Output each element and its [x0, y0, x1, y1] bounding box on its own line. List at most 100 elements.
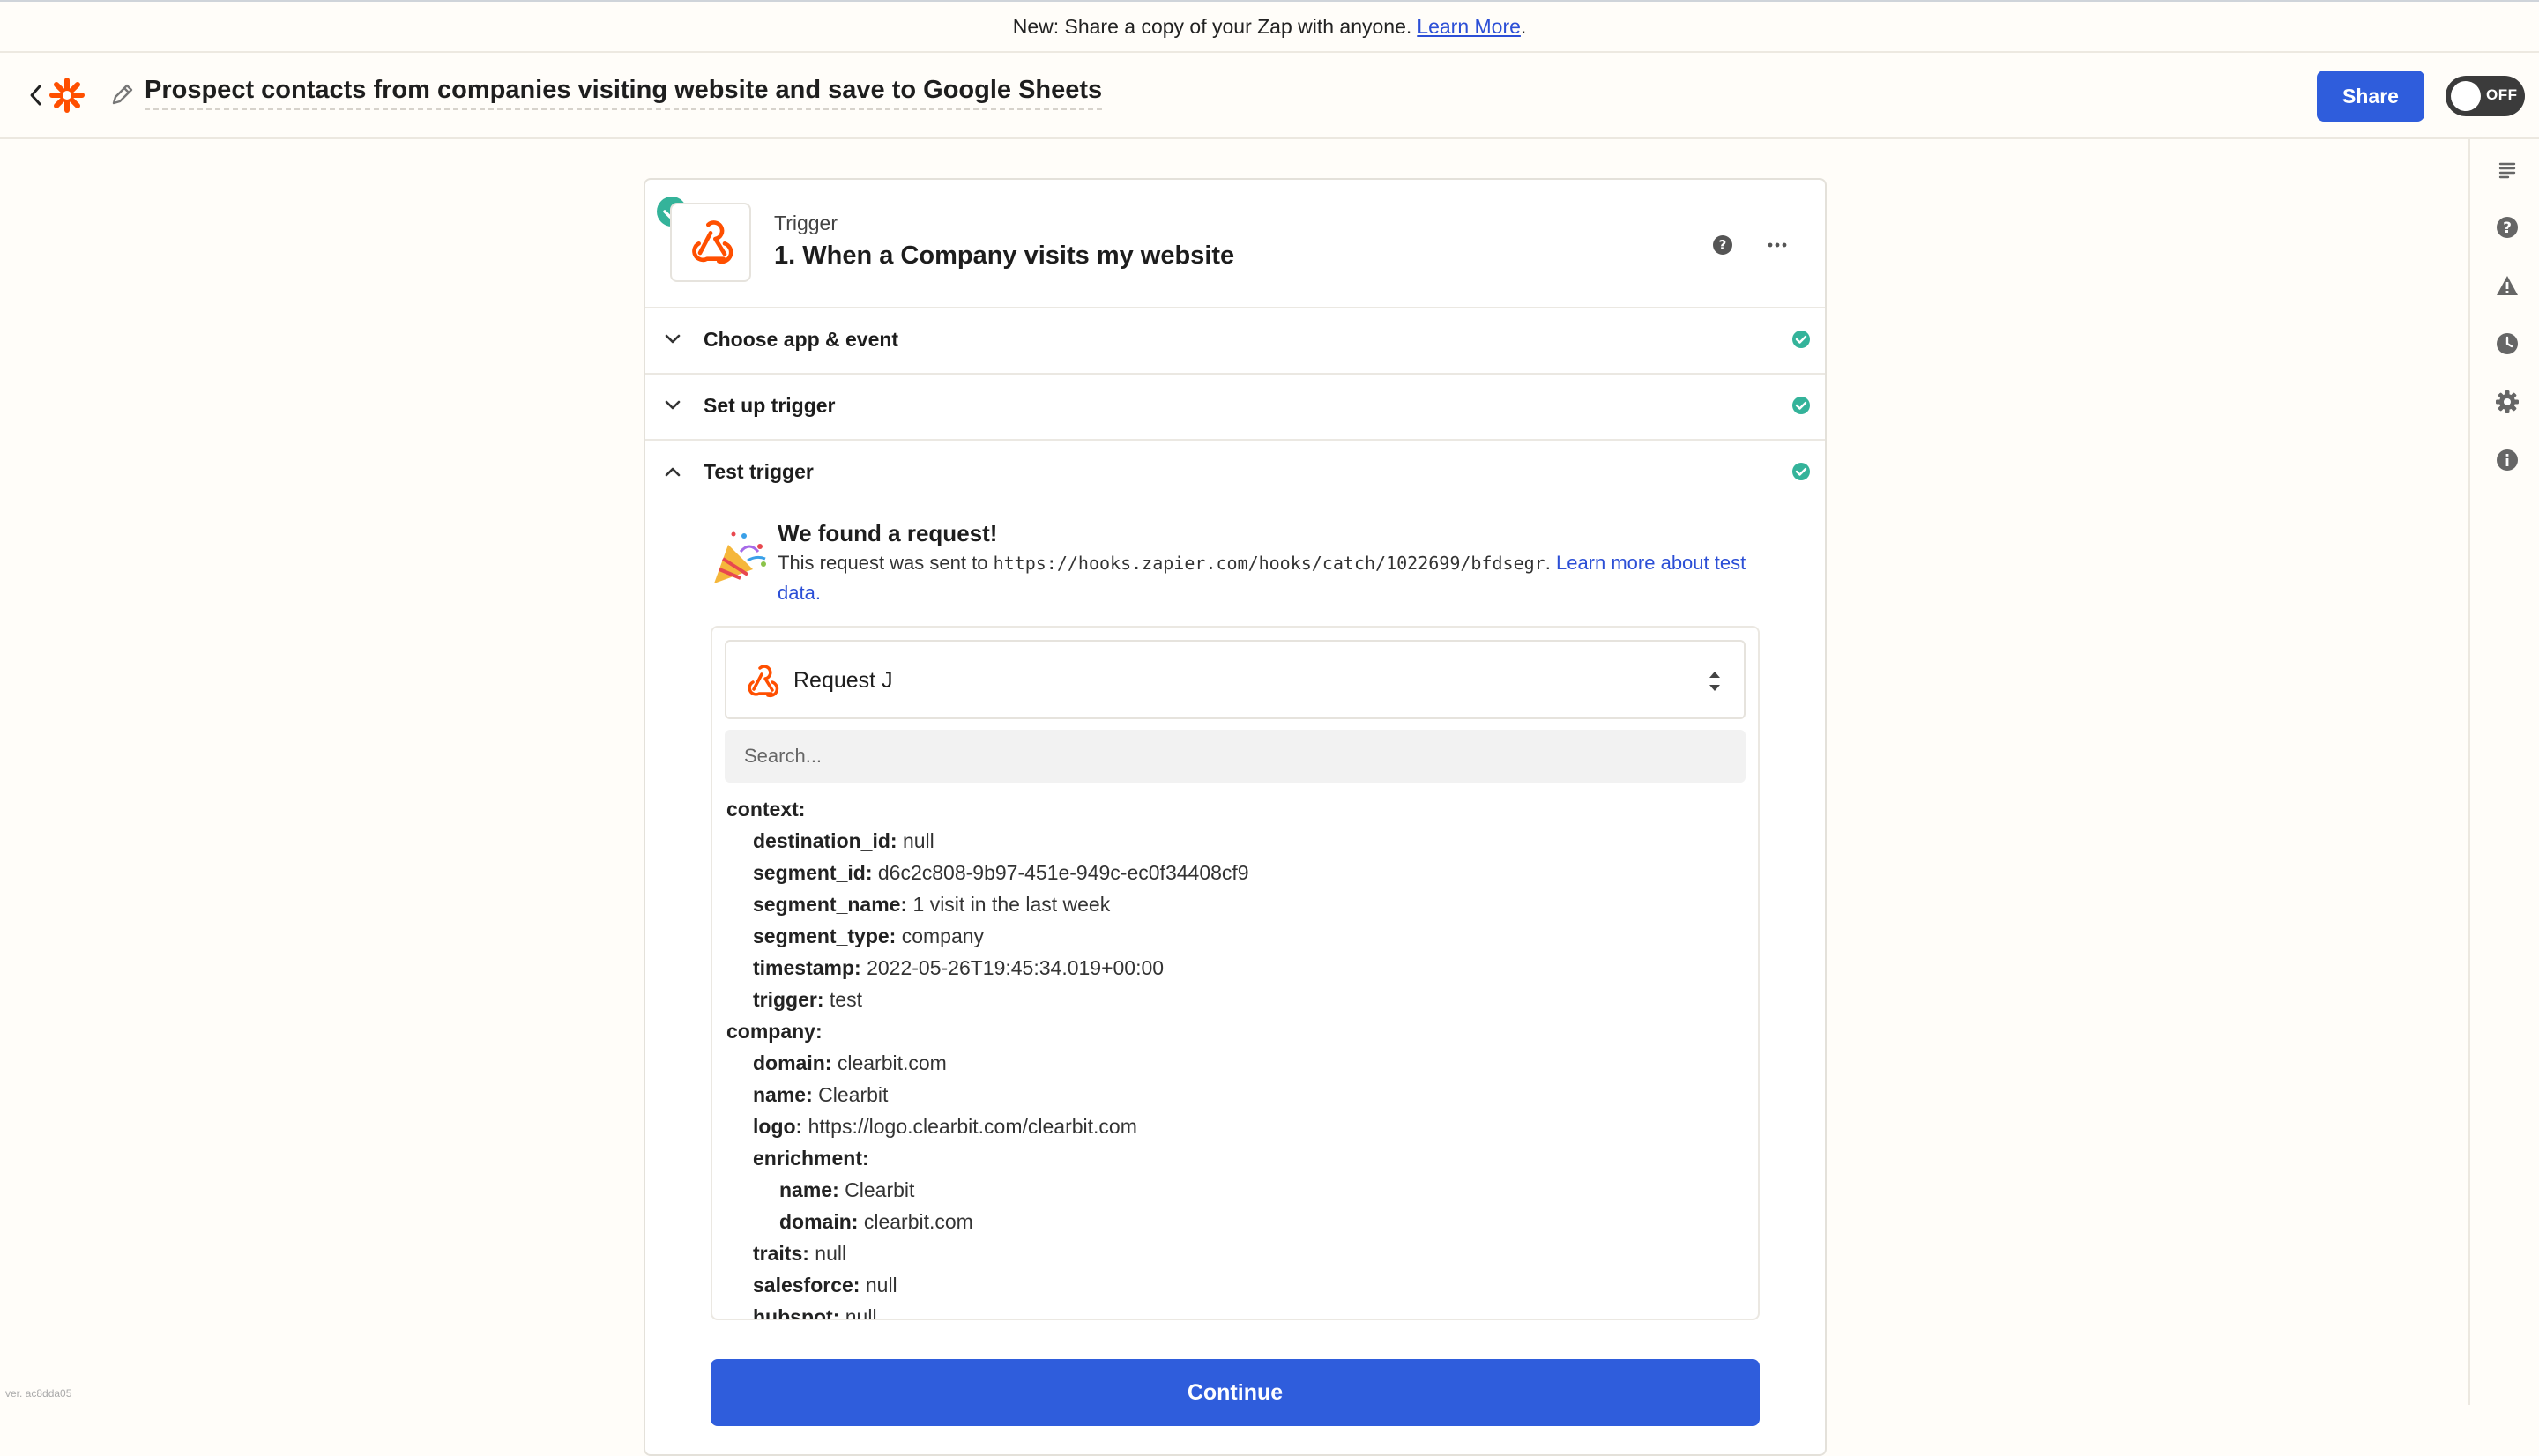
- field-key: logo:: [753, 1115, 803, 1138]
- field-value: test: [829, 988, 862, 1011]
- banner-learn-more-link[interactable]: Learn More: [1417, 15, 1521, 39]
- test-data-tree: context: destination_id: null segment_id: …: [726, 793, 1740, 1320]
- section-test-trigger[interactable]: Test trigger: [645, 439, 1825, 505]
- webhook-url: https://hooks.zapier.com/hooks/catch/102…: [993, 553, 1545, 574]
- zap-on-off-toggle[interactable]: OFF: [2446, 76, 2525, 116]
- field-key: domain:: [753, 1051, 832, 1074]
- test-data-row: hubspot: null: [726, 1301, 1740, 1320]
- trigger-step-card: Trigger 1. When a Company visits my webs…: [644, 178, 1827, 1456]
- version-label: ver. ac8dda05: [5, 1387, 72, 1400]
- pencil-icon[interactable]: [109, 81, 136, 108]
- test-data-row: segment_id: d6c2c808-9b97-451e-949c-ec0f…: [726, 857, 1740, 888]
- step-name[interactable]: 1. When a Company visits my website: [774, 241, 1234, 271]
- field-key: enrichment:: [753, 1147, 869, 1170]
- test-data-row: domain: clearbit.com: [726, 1206, 1740, 1237]
- step-header[interactable]: Trigger 1. When a Company visits my webs…: [645, 180, 1825, 308]
- warning-icon[interactable]: [2490, 268, 2525, 303]
- test-data-panel: Request J context:destination_id: nullse…: [711, 626, 1760, 1320]
- test-data-row: logo: https://logo.clearbit.com/clearbit…: [726, 1111, 1740, 1142]
- help-icon[interactable]: ?: [2490, 210, 2525, 245]
- field-key: domain:: [779, 1210, 859, 1233]
- field-value: https://logo.clearbit.com/clearbit.com: [808, 1115, 1137, 1138]
- share-button[interactable]: Share: [2317, 71, 2424, 122]
- webhook-app-icon: [670, 203, 751, 282]
- info-icon[interactable]: [2490, 442, 2525, 478]
- test-data-search-input[interactable]: [725, 730, 1746, 783]
- svg-text:?: ?: [2503, 219, 2512, 237]
- field-key: segment_type:: [753, 925, 897, 947]
- test-data-row: name: Clearbit: [726, 1079, 1740, 1111]
- chevron-down-icon: [665, 400, 681, 410]
- section-title: Test trigger: [704, 460, 814, 483]
- step-help-icon[interactable]: ?: [1710, 233, 1735, 257]
- continue-button[interactable]: Continue: [711, 1359, 1760, 1426]
- section-complete-check-icon: [1792, 331, 1810, 348]
- history-icon[interactable]: [2490, 326, 2525, 361]
- test-data-row: domain: clearbit.com: [726, 1047, 1740, 1079]
- field-value: Clearbit: [818, 1083, 889, 1106]
- editor-header: Prospect contacts from companies visitin…: [0, 53, 2539, 139]
- section-complete-check-icon: [1792, 397, 1810, 414]
- found-request-title: We found a request!: [778, 520, 998, 546]
- field-value: null: [845, 1305, 877, 1320]
- toggle-knob: [2451, 81, 2481, 111]
- back-chevron-icon[interactable]: [23, 79, 49, 111]
- right-sidebar: ?: [2468, 139, 2539, 1405]
- field-key: salesforce:: [753, 1274, 860, 1296]
- field-value: Clearbit: [845, 1178, 915, 1201]
- notes-icon[interactable]: [2490, 152, 2525, 187]
- desc-prefix: This request was sent to: [778, 552, 988, 574]
- webhook-icon: [748, 665, 779, 698]
- field-value: d6c2c808-9b97-451e-949c-ec0f34408cf9: [877, 861, 1249, 884]
- svg-text:?: ?: [1719, 237, 1727, 253]
- field-key: segment_name:: [753, 893, 908, 916]
- test-data-row: name: Clearbit: [726, 1174, 1740, 1206]
- banner-suffix: .: [1520, 14, 1527, 38]
- field-key: company:: [726, 1020, 823, 1043]
- test-data-row: segment_type: company: [726, 920, 1740, 952]
- field-value: 2022-05-26T19:45:34.019+00:00: [867, 956, 1165, 979]
- test-data-row: enrichment:: [726, 1142, 1740, 1174]
- zapier-logo-icon[interactable]: [49, 78, 85, 113]
- test-data-row: traits: null: [726, 1237, 1740, 1269]
- zap-title[interactable]: Prospect contacts from companies visitin…: [145, 76, 1103, 110]
- field-key: context:: [726, 798, 806, 821]
- step-kind-label: Trigger: [774, 212, 838, 234]
- section-title: Choose app & event: [704, 328, 899, 351]
- request-select[interactable]: Request J: [725, 640, 1746, 719]
- test-data-row: segment_name: 1 visit in the last week: [726, 888, 1740, 920]
- selected-request: Request J: [793, 668, 893, 693]
- field-key: trigger:: [753, 988, 824, 1011]
- field-value: company: [901, 925, 985, 947]
- field-value: 1 visit in the last week: [912, 893, 1111, 916]
- section-choose-app-event[interactable]: Choose app & event: [645, 307, 1825, 375]
- desc-sep: .: [1545, 552, 1551, 574]
- test-data-row: salesforce: null: [726, 1269, 1740, 1301]
- announcement-banner: New: Share a copy of your Zap with anyon…: [0, 0, 2539, 53]
- webhook-icon: [692, 220, 733, 264]
- settings-icon[interactable]: [2490, 384, 2525, 420]
- section-set-up-trigger[interactable]: Set up trigger: [645, 373, 1825, 441]
- field-key: destination_id:: [753, 829, 897, 852]
- toggle-label: OFF: [2486, 86, 2518, 103]
- field-value: clearbit.com: [863, 1210, 973, 1233]
- section-complete-check-icon: [1792, 463, 1810, 480]
- field-value: clearbit.com: [837, 1051, 947, 1074]
- test-data-row: trigger: test: [726, 984, 1740, 1015]
- test-data-row: context:: [726, 793, 1740, 825]
- select-arrows-icon: [1709, 672, 1720, 691]
- field-value: null: [902, 829, 934, 852]
- field-key: hubspot:: [753, 1305, 840, 1320]
- field-value: null: [865, 1274, 897, 1296]
- chevron-up-icon: [665, 467, 681, 477]
- field-key: name:: [779, 1178, 839, 1201]
- party-popper-icon: [714, 531, 766, 583]
- field-key: timestamp:: [753, 956, 861, 979]
- section-title: Set up trigger: [704, 394, 836, 417]
- test-data-row: destination_id: null: [726, 825, 1740, 857]
- test-data-row: company:: [726, 1015, 1740, 1047]
- step-more-options-icon[interactable]: [1763, 231, 1791, 259]
- field-key: traits:: [753, 1242, 809, 1265]
- test-data-row: timestamp: 2022-05-26T19:45:34.019+00:00: [726, 952, 1740, 984]
- found-request-description: This request was sent to https://hooks.z…: [778, 548, 1765, 608]
